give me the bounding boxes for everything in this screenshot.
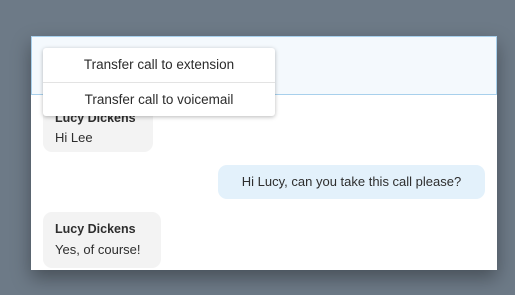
transfer-dropdown-menu: Transfer call to extension Transfer call… (43, 48, 275, 116)
message-text: Yes, of course! (55, 242, 141, 257)
transfer-to-extension-option[interactable]: Transfer call to extension (43, 48, 275, 82)
incoming-message: Lucy Dickens Yes, of course! (43, 212, 161, 268)
chat-panel: Transfer call to extension Transfer call… (31, 36, 497, 270)
outgoing-message: Hi Lucy, can you take this call please? (218, 165, 485, 199)
message-text: Hi Lee (55, 130, 93, 145)
message-sender: Lucy Dickens (55, 222, 136, 236)
transfer-to-voicemail-option[interactable]: Transfer call to voicemail (43, 82, 275, 117)
message-text: Hi Lucy, can you take this call please? (241, 174, 462, 189)
